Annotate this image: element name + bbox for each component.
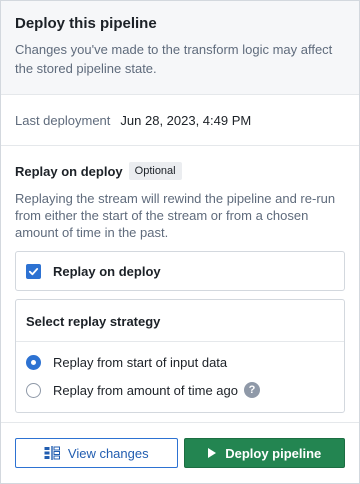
- replay-section: Replay on deploy Optional Replaying the …: [1, 146, 359, 413]
- last-deployment-row: Last deployment Jun 28, 2023, 4:49 PM: [1, 95, 359, 146]
- last-deployment-value: Jun 28, 2023, 4:49 PM: [120, 112, 252, 128]
- replay-strategy-card: Select replay strategy Replay from start…: [15, 299, 345, 413]
- strategy-option-label[interactable]: Replay from start of input data: [53, 355, 227, 370]
- page-title: Deploy this pipeline: [15, 15, 157, 32]
- strategy-option-start[interactable]: Replay from start of input data: [16, 348, 344, 376]
- play-icon: [208, 448, 217, 458]
- strategy-radio-time-ago[interactable]: [26, 382, 41, 398]
- replay-description: Replaying the stream will rewind the pip…: [15, 191, 336, 240]
- replay-checkbox-card[interactable]: Replay on deploy: [15, 251, 345, 291]
- checkmark-icon: [28, 267, 39, 275]
- replay-checkbox-label[interactable]: Replay on deploy: [53, 264, 161, 279]
- strategy-radio-start[interactable]: [26, 354, 41, 370]
- help-icon[interactable]: ?: [243, 382, 260, 398]
- deploy-pipeline-label[interactable]: Deploy pipeline: [225, 446, 321, 461]
- panel-footer: View changes Deploy pipeline: [1, 422, 359, 483]
- header-description: Changes you've made to the transform log…: [15, 42, 333, 76]
- strategy-option-label[interactable]: Replay from amount of time ago: [53, 383, 238, 398]
- view-changes-label[interactable]: View changes: [68, 446, 149, 461]
- replay-checkbox[interactable]: [26, 263, 41, 279]
- replay-section-header: Replay on deploy Optional: [15, 162, 345, 180]
- last-deployment-label: Last deployment: [15, 112, 111, 128]
- optional-tag: Optional: [128, 162, 182, 180]
- panel-header: Deploy this pipeline Changes you've made…: [1, 1, 359, 95]
- diff-icon: [44, 446, 60, 460]
- replay-section-title: Replay on deploy: [15, 163, 123, 179]
- strategy-option-time-ago[interactable]: Replay from amount of time ago ?: [16, 376, 344, 404]
- replay-strategy-title: Select replay strategy: [16, 300, 344, 342]
- deploy-pipeline-button[interactable]: Deploy pipeline: [183, 438, 345, 468]
- view-changes-button[interactable]: View changes: [15, 438, 178, 468]
- deploy-pipeline-panel: Deploy this pipeline Changes you've made…: [0, 0, 360, 484]
